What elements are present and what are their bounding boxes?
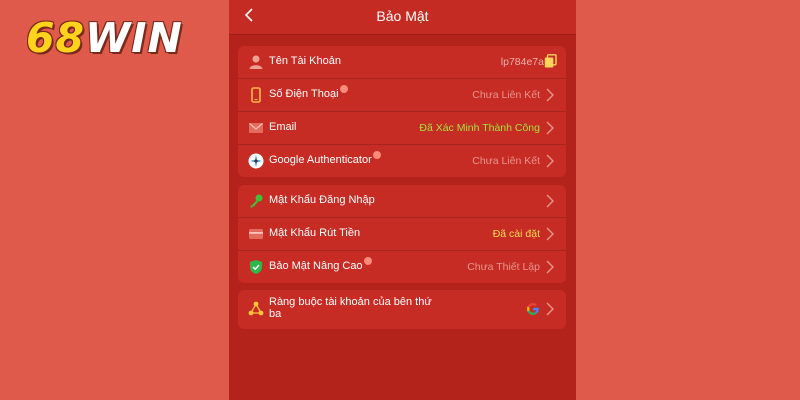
chevron-right-icon: [546, 194, 554, 208]
row-advanced-security[interactable]: Bảo Mật Nâng Cao Chưa Thiết Lập: [238, 251, 566, 283]
notification-dot: [372, 151, 381, 159]
phone-icon: [251, 87, 261, 103]
chevron-right-icon: [546, 227, 554, 241]
withdraw-password-status: Đã cài đặt: [492, 228, 540, 240]
card-icon: [249, 229, 263, 239]
chevron-right-icon: [546, 88, 554, 102]
row-google-authenticator[interactable]: Google Authenticator Chưa Liên Kết: [238, 145, 566, 177]
page-title: Bảo Mật: [376, 8, 429, 24]
row-label: Mật Khẩu Đăng Nhập: [269, 194, 375, 206]
row-label-text: Bảo Mật Nâng Cao: [269, 260, 363, 272]
account-info-card: Tên Tài Khoản lp784e7a Số Điện Thoại Chư…: [238, 46, 566, 177]
row-account-name: Tên Tài Khoản lp784e7a: [238, 46, 566, 79]
shield-check-icon: [250, 260, 262, 274]
mail-icon: [249, 123, 263, 133]
brand-logo-word: WIN: [85, 14, 183, 62]
row-phone-number[interactable]: Số Điện Thoại Chưa Liên Kết: [238, 79, 566, 112]
google-authenticator-icon: [248, 153, 264, 169]
third-party-card: Ràng buộc tài khoản của bên thứ ba: [238, 290, 566, 329]
row-label: Tên Tài Khoản: [269, 55, 341, 67]
chevron-right-icon: [546, 260, 554, 274]
chevron-right-icon: [546, 154, 554, 168]
row-email[interactable]: Email Đã Xác Minh Thành Công: [238, 112, 566, 145]
top-bar: Bảo Mật: [229, 0, 576, 35]
row-label: Bảo Mật Nâng Cao: [269, 257, 372, 272]
row-label: Google Authenticator: [269, 151, 381, 166]
row-withdraw-password[interactable]: Mật Khẩu Rút Tiền Đã cài đặt: [238, 218, 566, 251]
google-icon: [527, 303, 539, 315]
key-icon: [250, 194, 263, 208]
notification-dot: [339, 85, 348, 93]
brand-logo: 68WIN: [26, 14, 183, 62]
row-label: Ràng buộc tài khoản của bên thứ ba: [269, 296, 432, 320]
row-label: Mật Khẩu Rút Tiền: [269, 227, 361, 239]
row-label: Số Điện Thoại: [269, 85, 348, 100]
brand-logo-number: 68: [26, 14, 86, 62]
advanced-security-status: Chưa Thiết Lập: [467, 261, 540, 273]
row-label-text: Số Điện Thoại: [269, 88, 339, 100]
notification-dot: [363, 257, 372, 265]
chevron-right-icon: [546, 121, 554, 135]
row-label: Email: [269, 121, 297, 133]
phone-status: Chưa Liên Kết: [472, 89, 540, 101]
row-label-text: Google Authenticator: [269, 154, 372, 166]
account-name-value: lp784e7a: [500, 56, 544, 68]
copy-icon[interactable]: [544, 54, 557, 68]
password-card: Mật Khẩu Đăng Nhập Mật Khẩu Rút Tiền Đã …: [238, 185, 566, 283]
row-login-password[interactable]: Mật Khẩu Đăng Nhập: [238, 185, 566, 218]
share-network-icon: [248, 301, 264, 316]
security-panel: Bảo Mật Tên Tài Khoản lp784e7a Số Điện T…: [229, 0, 576, 400]
row-third-party-binding[interactable]: Ràng buộc tài khoản của bên thứ ba: [238, 290, 566, 329]
google-authenticator-status: Chưa Liên Kết: [472, 155, 540, 167]
chevron-right-icon: [546, 302, 554, 316]
email-status: Đã Xác Minh Thành Công: [419, 122, 540, 134]
user-icon: [249, 55, 263, 69]
